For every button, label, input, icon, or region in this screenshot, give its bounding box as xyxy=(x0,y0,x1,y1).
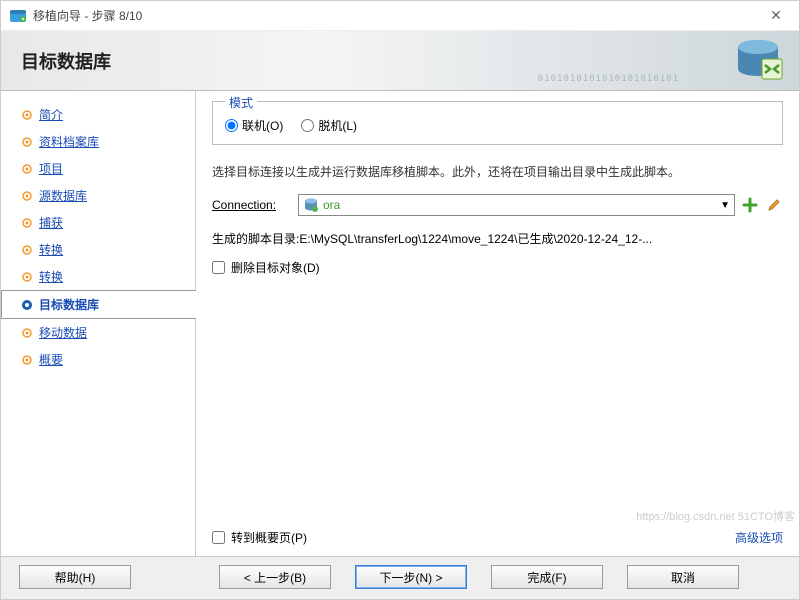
sidebar-item-9[interactable]: 概要 xyxy=(1,346,195,373)
decor-binary: 0101010101010101010101 xyxy=(538,74,679,84)
back-button[interactable]: < 上一步(B) xyxy=(219,565,331,589)
step-bullet-icon xyxy=(21,217,33,229)
sidebar-item-5[interactable]: 转换 xyxy=(1,236,195,263)
header-banner: 目标数据库 0101010101010101010101 xyxy=(1,31,799,91)
add-connection-button[interactable] xyxy=(741,196,759,214)
wizard-body: 简介资料档案库项目源数据库捕获 转换转换目标数据库移动数据概要 模式 联机(O)… xyxy=(1,91,799,556)
next-button[interactable]: 下一步(N) > xyxy=(355,565,467,589)
mode-online-radio[interactable]: 联机(O) xyxy=(225,117,283,134)
titlebar: 移植向导 - 步骤 8/10 ✕ xyxy=(1,1,799,31)
delete-target-checkbox[interactable]: 删除目标对象(D) xyxy=(212,259,783,276)
sidebar-item-0[interactable]: 简介 xyxy=(1,101,195,128)
step-bullet-icon xyxy=(21,354,33,366)
goto-summary-checkbox[interactable]: 转到概要页(P) xyxy=(212,529,307,546)
sidebar-item-6[interactable]: 转换 xyxy=(1,263,195,290)
main-panel: 模式 联机(O) 脱机(L) 选择目标连接以生成并运行数据库移植脚本。此外，还将… xyxy=(196,91,799,556)
sidebar-item-4[interactable]: 捕获 xyxy=(1,209,195,236)
sidebar: 简介资料档案库项目源数据库捕获 转换转换目标数据库移动数据概要 xyxy=(1,91,196,556)
step-bullet-icon xyxy=(21,163,33,175)
connection-value: ora xyxy=(323,198,340,212)
close-button[interactable]: ✕ xyxy=(761,7,791,24)
dropdown-arrow-icon: ▼ xyxy=(720,200,730,211)
step-bullet-icon xyxy=(21,136,33,148)
connection-label: Connection: xyxy=(212,198,292,212)
sidebar-item-label: 项目 xyxy=(39,160,63,177)
current-step-icon xyxy=(21,299,33,311)
sidebar-item-label: 简介 xyxy=(39,106,63,123)
connection-dropdown[interactable]: ora ▼ xyxy=(298,194,735,216)
step-bullet-icon xyxy=(21,327,33,339)
goto-summary-input[interactable] xyxy=(212,531,225,544)
script-dir-row: 生成的脚本目录:E:\MySQL\transferLog\1224\move_1… xyxy=(212,230,783,247)
sidebar-item-label: 转换 xyxy=(39,268,63,285)
sidebar-item-label: 转换 xyxy=(39,241,63,258)
sidebar-item-label: 源数据库 xyxy=(39,187,87,204)
mode-online-label: 联机(O) xyxy=(242,117,283,134)
mode-legend: 模式 xyxy=(225,94,257,111)
sidebar-item-label: 概要 xyxy=(39,351,63,368)
connection-row: Connection: ora ▼ xyxy=(212,194,783,216)
sidebar-item-label: 资料档案库 xyxy=(39,133,99,150)
mode-offline-label: 脱机(L) xyxy=(318,117,357,134)
sidebar-item-8[interactable]: 移动数据 xyxy=(1,319,195,346)
mode-offline-radio[interactable]: 脱机(L) xyxy=(301,117,357,134)
app-icon xyxy=(9,7,27,25)
goto-summary-label: 转到概要页(P) xyxy=(231,529,307,546)
sidebar-item-label: 目标数据库 xyxy=(39,296,99,313)
sidebar-item-3[interactable]: 源数据库 xyxy=(1,182,195,209)
help-button[interactable]: 帮助(H) xyxy=(19,565,131,589)
delete-target-input[interactable] xyxy=(212,261,225,274)
advanced-options-link[interactable]: 高级选项 xyxy=(735,529,783,546)
bottom-options: 转到概要页(P) 高级选项 xyxy=(212,521,783,546)
delete-target-label: 删除目标对象(D) xyxy=(231,259,320,276)
description-text: 选择目标连接以生成并运行数据库移植脚本。此外，还将在项目输出目录中生成此脚本。 xyxy=(212,163,783,182)
step-bullet-icon xyxy=(21,271,33,283)
step-bullet-icon xyxy=(21,190,33,202)
script-dir-path: E:\MySQL\transferLog\1224\move_1224\已生成\… xyxy=(299,232,652,246)
step-bullet-icon xyxy=(21,109,33,121)
sidebar-item-label: 移动数据 xyxy=(39,324,87,341)
page-title: 目标数据库 xyxy=(21,48,111,74)
finish-button[interactable]: 完成(F) xyxy=(491,565,603,589)
database-icon xyxy=(732,37,784,88)
window-title: 移植向导 - 步骤 8/10 xyxy=(33,7,761,24)
sidebar-item-label: 捕获 xyxy=(39,214,63,231)
mode-offline-input[interactable] xyxy=(301,119,314,132)
sidebar-item-1[interactable]: 资料档案库 xyxy=(1,128,195,155)
database-small-icon xyxy=(303,197,319,213)
wizard-window: 移植向导 - 步骤 8/10 ✕ 目标数据库 01010101010101010… xyxy=(0,0,800,600)
mode-group: 模式 联机(O) 脱机(L) xyxy=(212,101,783,145)
cancel-button[interactable]: 取消 xyxy=(627,565,739,589)
sidebar-item-2[interactable]: 项目 xyxy=(1,155,195,182)
step-bullet-icon xyxy=(21,244,33,256)
mode-online-input[interactable] xyxy=(225,119,238,132)
script-dir-label: 生成的脚本目录: xyxy=(212,232,299,246)
button-bar: 帮助(H) < 上一步(B) 下一步(N) > 完成(F) 取消 xyxy=(1,556,799,599)
sidebar-item-7[interactable]: 目标数据库 xyxy=(1,290,196,319)
edit-connection-button[interactable] xyxy=(765,196,783,214)
